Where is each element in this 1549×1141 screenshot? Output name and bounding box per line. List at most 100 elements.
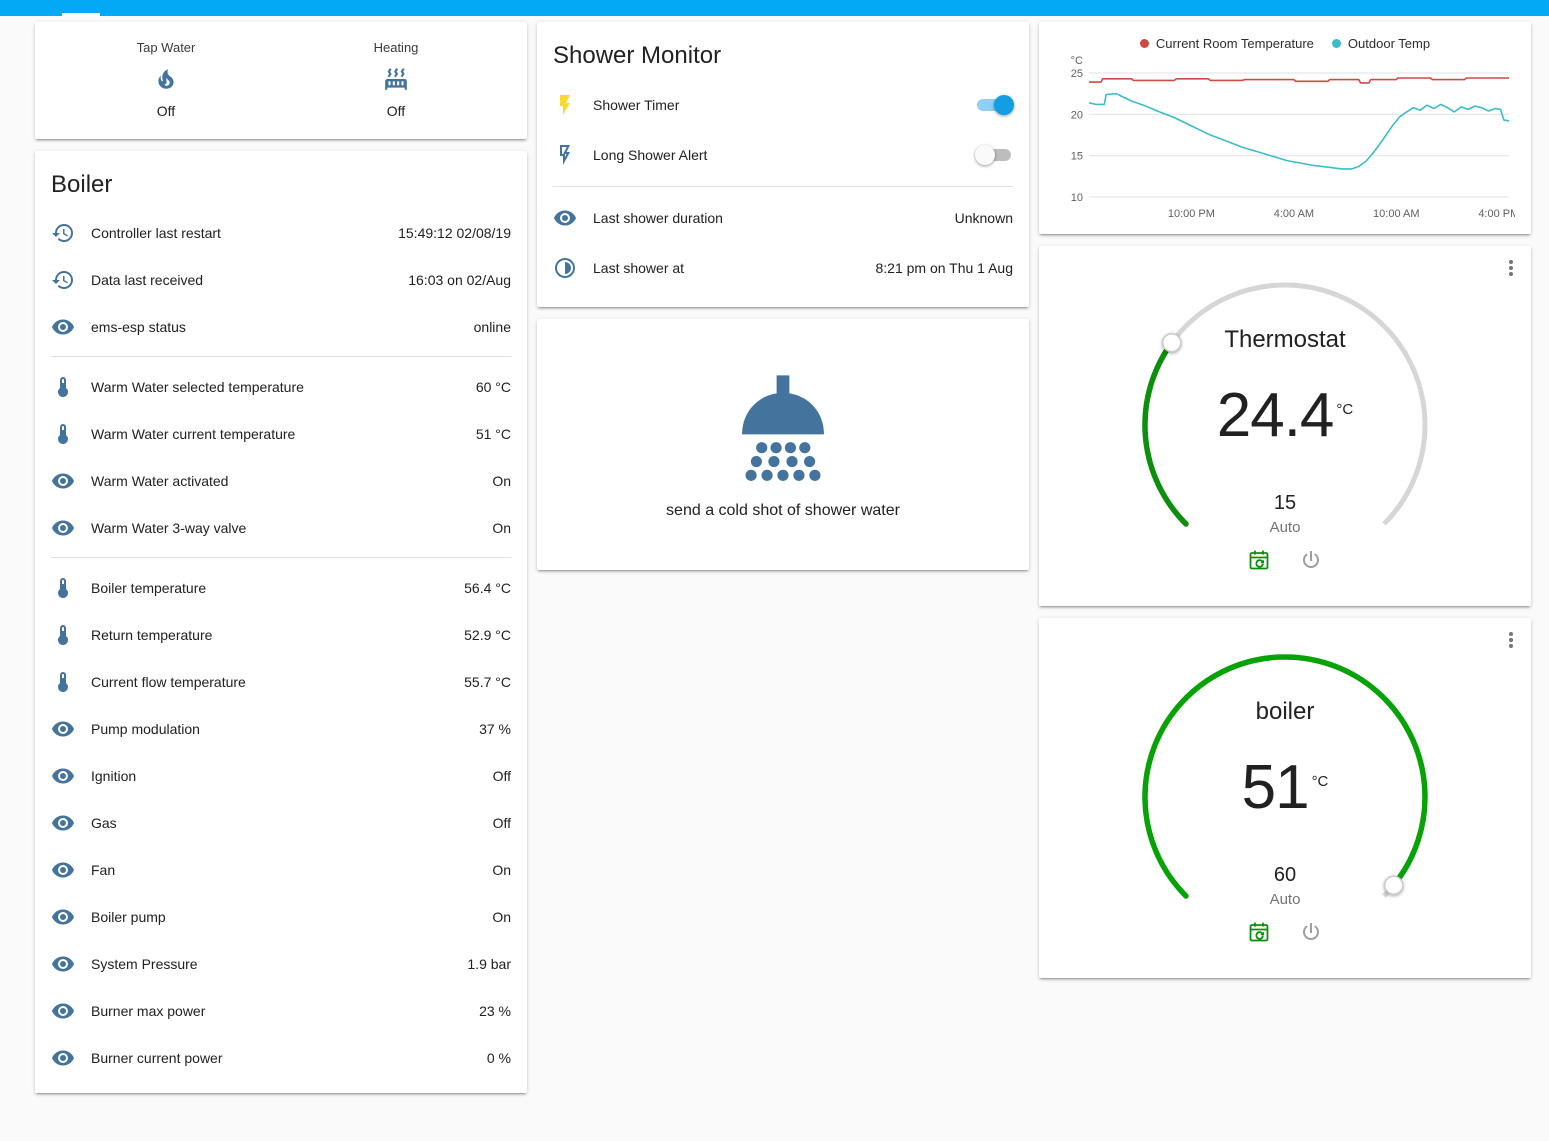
hvac-mode: Auto xyxy=(1135,891,1435,908)
entity-value: 23 % xyxy=(479,1003,511,1019)
entity-name: System Pressure xyxy=(91,956,459,972)
entity-row-gas[interactable]: Gas Off xyxy=(35,799,527,846)
thermometer-icon xyxy=(51,623,75,647)
entity-row-warm-water-activated[interactable]: Warm Water activatedOn xyxy=(35,457,527,504)
boiler-card-title: Boiler xyxy=(35,151,527,209)
toggle-shower-timer[interactable] xyxy=(977,97,1011,113)
svg-text:10:00 PM: 10:00 PM xyxy=(1168,208,1215,220)
entity-name: Data last received xyxy=(91,272,400,288)
eye-icon xyxy=(51,1046,75,1070)
glance-name: Tap Water xyxy=(137,40,196,55)
entity-value: 16:03 on 02/Aug xyxy=(408,272,511,288)
entity-name: Fan xyxy=(91,862,484,878)
svg-text:20: 20 xyxy=(1071,109,1083,121)
entity-value: 56.4 °C xyxy=(464,580,511,596)
entity-value: 51 °C xyxy=(476,426,511,442)
entity-row-boiler-temperature[interactable]: Boiler temperature56.4 °C xyxy=(35,564,527,611)
dashboard: Tap Water Off Heating Off Boiler Control… xyxy=(0,16,1549,1103)
entity-value: 8:21 pm on Thu 1 Aug xyxy=(875,260,1013,276)
contrast-icon xyxy=(553,256,577,280)
power-icon[interactable] xyxy=(1299,548,1323,572)
flash-outline-icon xyxy=(553,143,577,167)
legend-dot xyxy=(1140,39,1149,48)
entity-name: Ignition xyxy=(91,768,485,784)
eye-icon xyxy=(51,952,75,976)
toggle-long-shower-alert[interactable] xyxy=(977,147,1011,163)
shower-head-icon xyxy=(719,369,847,486)
divider xyxy=(553,186,1013,187)
entity-row-pump-modulation[interactable]: Pump modulation37 % xyxy=(35,705,527,752)
svg-text:10:00 AM: 10:00 AM xyxy=(1373,208,1419,220)
svg-text:25: 25 xyxy=(1071,68,1083,80)
chart-legend: Current Room Temperature Outdoor Temp xyxy=(1055,32,1515,55)
dots-vertical-icon[interactable] xyxy=(1499,628,1523,657)
target-temperature: 15 xyxy=(1135,492,1435,515)
entity-name: Warm Water current temperature xyxy=(91,426,468,442)
entity-value: 55.7 °C xyxy=(464,674,511,690)
entity-row-burner-max-power[interactable]: Burner max power 23 % xyxy=(35,987,527,1034)
entity-row-data-last-received[interactable]: Data last received 16:03 on 02/Aug xyxy=(35,256,527,303)
entity-row-ems-esp-status[interactable]: ems-esp statusonline xyxy=(35,303,527,350)
entity-row-shower-timer: Shower Timer xyxy=(537,80,1029,130)
thermometer-icon xyxy=(51,375,75,399)
eye-icon xyxy=(51,516,75,540)
entity-value: Off xyxy=(493,815,511,831)
fire-icon xyxy=(153,66,179,92)
entity-row-fan[interactable]: Fan On xyxy=(35,846,527,893)
entity-row-boiler-pump[interactable]: Boiler pumpOn xyxy=(35,893,527,940)
calendar-sync-icon[interactable] xyxy=(1247,548,1271,572)
svg-text:10: 10 xyxy=(1071,192,1083,204)
flash-icon xyxy=(553,93,577,117)
glance-item-heating[interactable]: Heating Off xyxy=(336,40,456,119)
entity-row-current-flow-temperature[interactable]: Current flow temperature55.7 °C xyxy=(35,658,527,705)
calendar-sync-icon[interactable] xyxy=(1247,920,1271,944)
entity-row-system-pressure[interactable]: System Pressure1.9 bar xyxy=(35,940,527,987)
column-middle: Shower Monitor Shower TimerLong Shower A… xyxy=(537,22,1029,1093)
glance-name: Heating xyxy=(374,40,419,55)
glance-state: Off xyxy=(387,103,405,119)
radiator-icon xyxy=(383,66,409,92)
divider xyxy=(51,557,511,558)
svg-text:°C: °C xyxy=(1071,55,1083,67)
entity-value: On xyxy=(492,862,511,878)
entity-row-controller-last-restart[interactable]: Controller last restart 15:49:12 02/08/19 xyxy=(35,209,527,256)
entity-name: Controller last restart xyxy=(91,225,390,241)
entity-name: Last shower duration xyxy=(593,210,947,226)
glance-state: Off xyxy=(157,103,175,119)
entity-row-ignition[interactable]: IgnitionOff xyxy=(35,752,527,799)
entity-name: ems-esp status xyxy=(91,319,466,335)
entity-row-long-shower-alert: Long Shower Alert xyxy=(537,130,1029,180)
entity-row-return-temperature[interactable]: Return temperature52.9 °C xyxy=(35,611,527,658)
shower-monitor-card: Shower Monitor Shower TimerLong Shower A… xyxy=(537,22,1029,307)
power-icon[interactable] xyxy=(1299,920,1323,944)
entity-row-warm-water-current-temperature[interactable]: Warm Water current temperature 51 °C xyxy=(35,410,527,457)
entity-row-burner-current-power[interactable]: Burner current power0 % xyxy=(35,1034,527,1081)
entity-value: On xyxy=(492,909,511,925)
entity-name: Long Shower Alert xyxy=(593,147,977,163)
temperature-unit: °C xyxy=(1336,401,1353,418)
entity-name: Burner current power xyxy=(91,1050,479,1066)
eye-icon xyxy=(51,315,75,339)
entity-name: Gas xyxy=(91,815,485,831)
entity-row-last-shower-at[interactable]: Last shower at 8:21 pm on Thu 1 Aug xyxy=(537,243,1029,293)
shower-toggle-rows: Shower Timer Long Shower Alert xyxy=(537,80,1029,180)
legend-item-current-room-temperature: Current Room Temperature xyxy=(1140,36,1314,51)
entity-name: Burner max power xyxy=(91,1003,471,1019)
entity-row-warm-water-selected-temperature[interactable]: Warm Water selected temperature60 °C xyxy=(35,363,527,410)
dots-vertical-icon[interactable] xyxy=(1499,256,1523,285)
entity-value: 15:49:12 02/08/19 xyxy=(398,225,511,241)
eye-icon xyxy=(51,717,75,741)
legend-dot xyxy=(1332,39,1341,48)
glance-item-tap-water[interactable]: Tap Water Off xyxy=(106,40,226,119)
entity-name: Shower Timer xyxy=(593,97,977,113)
entity-value: On xyxy=(492,520,511,536)
shower-action-card[interactable]: send a cold shot of shower water xyxy=(537,319,1029,570)
legend-item-outdoor-temp: Outdoor Temp xyxy=(1332,36,1430,51)
entity-row-warm-water-3-way-valve[interactable]: Warm Water 3-way valveOn xyxy=(35,504,527,551)
entity-row-last-shower-duration[interactable]: Last shower durationUnknown xyxy=(537,193,1029,243)
history-icon xyxy=(51,268,75,292)
entity-value: On xyxy=(492,473,511,489)
entity-name: Last shower at xyxy=(593,260,867,276)
svg-text:15: 15 xyxy=(1071,151,1083,163)
climate-mode-icons xyxy=(1135,920,1435,944)
